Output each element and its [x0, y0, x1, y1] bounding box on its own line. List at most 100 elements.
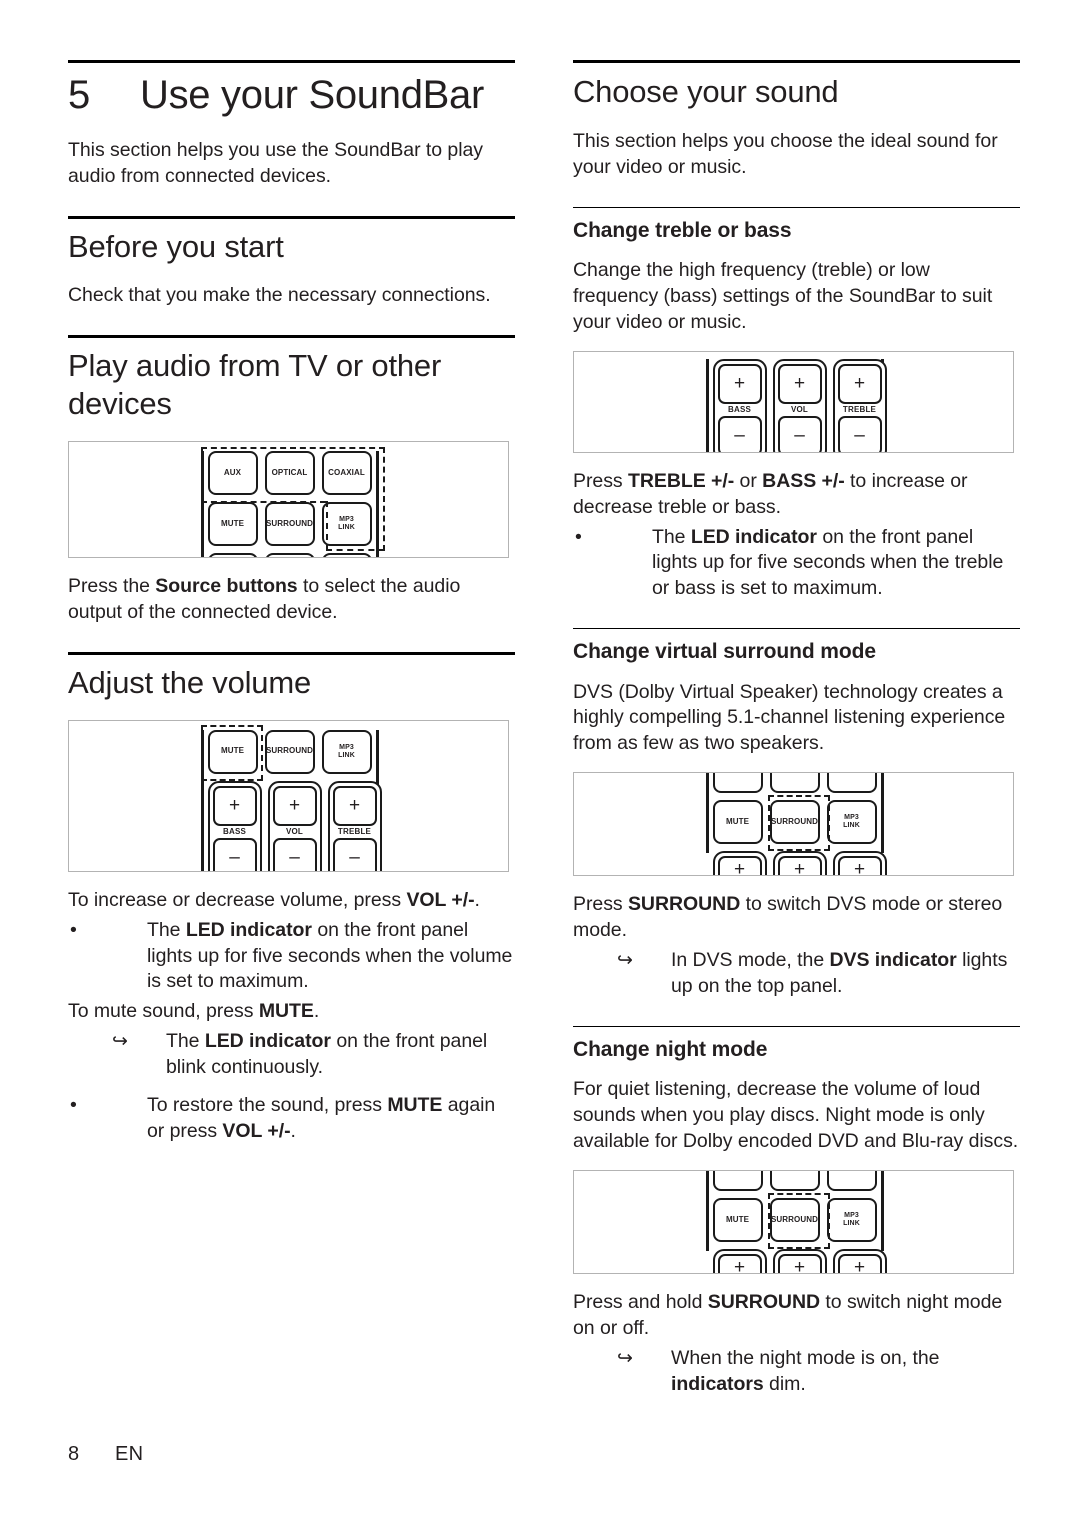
- footer-page-number: 8: [68, 1443, 80, 1465]
- rocker-treble: + TREBLE –: [327, 780, 382, 871]
- play-audio-rule: [68, 335, 515, 339]
- night-mode-instr-a: Press and hold: [573, 1291, 708, 1313]
- remote-row-sources-4: AUX OPTICAL COAXIAL: [712, 773, 877, 794]
- remote-button-mute-5: MUTE: [712, 1198, 763, 1242]
- mute-arrow-1: ↪ The LED indicator on the front panel bl…: [68, 1029, 515, 1081]
- rocker-vol-2: + VOL –: [772, 358, 827, 452]
- heading-adjust-volume: Adjust the volume: [68, 664, 312, 700]
- rocker-bass-5: +: [712, 1249, 767, 1273]
- treble-minus-key: –: [332, 837, 377, 871]
- treble-plus-key-4: +: [837, 856, 882, 876]
- surround-arrow-1b: DVS indicator: [829, 949, 957, 972]
- figure-virtual-surround: AUX OPTICAL COAXIAL MUTE SURROUND MP3LIN…: [573, 772, 1014, 877]
- bass-label: BASS: [222, 826, 247, 836]
- figure-treble-bass: + BASS – + VOL – + TREBLE –: [573, 350, 1014, 453]
- heading-change-virtual-surround: Change virtual surround mode: [573, 640, 876, 664]
- remote-illustration-3: + BASS – + VOL – + TREBLE –: [574, 352, 1013, 452]
- remote-body-5: AUX OPTICAL COAXIAL MUTE SURROUND MP3LIN…: [705, 1171, 887, 1273]
- remote-button-aux-5: AUX: [712, 1171, 763, 1191]
- remote-button-surround-5: SURROUND: [769, 1198, 820, 1242]
- before-you-start-body: Check that you make the necessary connec…: [68, 284, 491, 307]
- bass-plus-key-2: +: [717, 363, 762, 404]
- treble-plus-key: +: [332, 785, 377, 826]
- rocker-vol-5: +: [772, 1249, 827, 1273]
- caption-before: Press the: [68, 575, 156, 597]
- remote-button-surround-2: SURROUND: [264, 729, 315, 774]
- surround-instr-a: Press: [573, 893, 628, 916]
- chapter-intro: This section helps you use the SoundBar …: [68, 138, 483, 187]
- volume-bullet-2: • To restore the sound, press MUTE again …: [68, 1093, 515, 1145]
- remote-rocker-top-treble: [321, 553, 372, 557]
- remote-body-4: AUX OPTICAL COAXIAL MUTE SURROUND MP3LIN…: [705, 773, 887, 876]
- mute-instruction-a: To mute sound, press: [68, 1000, 259, 1023]
- bass-plus-key-5: +: [717, 1254, 762, 1273]
- figure-night-mode: AUX OPTICAL COAXIAL MUTE SURROUND MP3LIN…: [573, 1170, 1014, 1274]
- rocker-vol-4: +: [772, 851, 827, 876]
- volume-bullet-2d: VOL +/-: [222, 1120, 291, 1143]
- rocker-bass: + BASS –: [207, 780, 262, 871]
- treble-label-2: TREBLE: [842, 404, 877, 414]
- surround-instruction: Press SURROUND to switch DVS mode or ste…: [573, 892, 1020, 944]
- remote-row-functions: MUTE SURROUND MP3 LINK: [207, 502, 372, 546]
- remote-row-sources-5: AUX OPTICAL COAXIAL: [712, 1171, 877, 1191]
- chapter-number: 5: [68, 73, 90, 117]
- treble-bass-instr-b: TREBLE +/-: [627, 469, 735, 492]
- choose-sound-rule: [573, 60, 1020, 63]
- remote-row-sources: AUX OPTICAL COAXIAL: [207, 451, 372, 495]
- night-mode-arrow-1: ↪ When the night mode is on, the indicato…: [573, 1346, 1020, 1398]
- vol-plus-key: +: [272, 785, 317, 826]
- remote-button-mute-4: MUTE: [712, 800, 763, 845]
- heading-change-night-mode: Change night mode: [573, 1037, 768, 1061]
- rocker-treble-2: + TREBLE –: [832, 358, 887, 452]
- treble-plus-key-2: +: [837, 363, 882, 404]
- arrow-marker-2: ↪: [617, 950, 633, 972]
- chapter-rule: [68, 60, 515, 63]
- remote-row-rockers-3: + BASS – + VOL – + TREBLE –: [712, 358, 887, 452]
- remote-button-optical-4: OPTICAL: [769, 773, 820, 794]
- virtual-surround-rule: [573, 628, 1020, 630]
- treble-bass-body: Change the high frequency (treble) or lo…: [573, 258, 993, 333]
- surround-arrow-1a: In DVS mode, the: [671, 949, 830, 972]
- surround-arrow-1: ↪ In DVS mode, the DVS indicator lights u…: [573, 948, 1020, 1000]
- volume-bullet-1: • The LED indicator on the front panel li…: [68, 918, 515, 996]
- remote-button-coaxial-5: COAXIAL: [826, 1171, 877, 1191]
- rocker-bass-4: +: [712, 851, 767, 876]
- remote-button-mute: MUTE: [207, 502, 258, 546]
- remote-button-mp3-link-5: MP3 LINK: [826, 1198, 877, 1242]
- volume-bullet-2b: MUTE: [387, 1094, 443, 1117]
- volume-instruction: To increase or decrease volume, press VO…: [68, 888, 515, 914]
- bullet-marker: •: [70, 918, 77, 941]
- volume-instruction-a: To increase or decrease volume, press: [68, 888, 407, 911]
- heading-change-treble-bass: Change treble or bass: [573, 218, 792, 242]
- remote-row-rockers: + BASS – + VOL – + TREBLE –: [207, 780, 382, 871]
- night-mode-instruction: Press and hold SURROUND to switch night …: [573, 1290, 1020, 1342]
- treble-bass-instruction: Press TREBLE +/- or BASS +/- to increase…: [573, 469, 1020, 521]
- before-you-start-rule: [68, 215, 515, 219]
- treble-bass-instr-d: BASS +/-: [762, 469, 845, 492]
- vol-minus-key-2: –: [777, 415, 822, 452]
- vol-plus-key-5: +: [777, 1254, 822, 1273]
- treble-label: TREBLE: [337, 826, 372, 836]
- figure-source-buttons: AUX OPTICAL COAXIAL MUTE SURROUND MP3 LIN…: [68, 441, 509, 558]
- volume-instruction-b: VOL +/-: [406, 888, 475, 911]
- night-mode-instr-b: SURROUND: [707, 1291, 821, 1313]
- treble-bass-bullet-1: • The LED indicator on the front panel li…: [573, 525, 1020, 603]
- caption-bold: Source buttons: [155, 575, 298, 597]
- treble-plus-key-5: +: [837, 1254, 882, 1273]
- remote-row-rockers-partial: [207, 553, 372, 557]
- remote-rocker-top-vol: [264, 553, 315, 557]
- remote-rocker-top-bass: [207, 553, 258, 557]
- play-audio-caption: Press the Source buttons to select the a…: [68, 574, 515, 626]
- vol-minus-key: –: [272, 837, 317, 871]
- remote-button-aux: AUX: [207, 451, 258, 495]
- remote-illustration-4: AUX OPTICAL COAXIAL MUTE SURROUND MP3LIN…: [574, 773, 1013, 876]
- remote-button-optical: OPTICAL: [264, 451, 315, 495]
- arrow-marker: ↪: [112, 1031, 128, 1053]
- bullet-marker-3: •: [575, 525, 582, 548]
- mute-instruction-b: MUTE: [258, 1000, 314, 1023]
- adjust-volume-rule: [68, 651, 515, 655]
- volume-instruction-c: .: [474, 888, 480, 911]
- remote-row-functions-5: MUTE SURROUND MP3 LINK: [712, 1198, 877, 1242]
- heading-before-you-start: Before you start: [68, 228, 284, 264]
